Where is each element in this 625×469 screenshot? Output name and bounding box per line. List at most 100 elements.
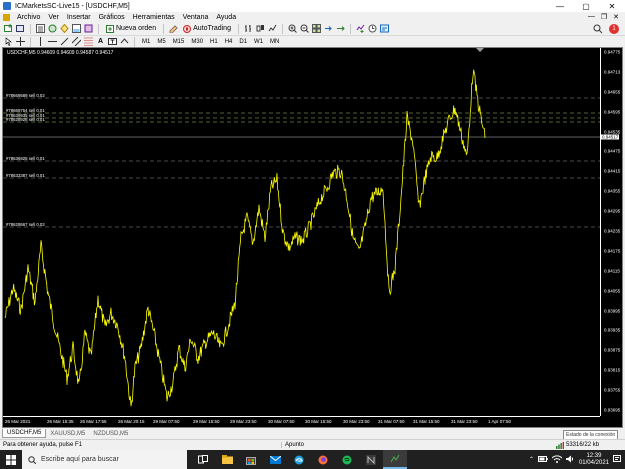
timeframe-mn[interactable]: MN xyxy=(268,39,281,45)
timeframe-m1[interactable]: M1 xyxy=(140,39,152,45)
menu-herramientas[interactable]: Herramientas xyxy=(129,14,179,21)
chart-window-icon[interactable] xyxy=(3,13,10,21)
timeframe-d1[interactable]: D1 xyxy=(237,39,249,45)
x-tick-label: 31 Mar 23:50 xyxy=(451,419,478,424)
network-icon[interactable] xyxy=(551,454,563,465)
y-tick-label: 0.93935 xyxy=(604,327,621,333)
price-axis[interactable]: 0.94775 0.94713 0.94655 0.94595 0.94535 0.944… xyxy=(600,48,624,416)
title-bar[interactable]: ICMarketsSC-Live15 - [USDCHF,M5] — ▢ ✕ xyxy=(0,0,625,12)
templates-icon[interactable] xyxy=(379,24,389,33)
tab-xauusd[interactable]: XAUUSD,M5 xyxy=(46,430,89,438)
toolbar-separator xyxy=(30,23,31,34)
store-icon[interactable] xyxy=(239,450,263,469)
strategy-tester-icon[interactable] xyxy=(84,24,93,33)
drawing-toolbar: A M1 M5 M15 M30 H1 H4 D1 W1 MN xyxy=(0,36,625,47)
y-tick-label: 0.93875 xyxy=(604,347,621,353)
tray-chevron-icon[interactable]: ⌃ xyxy=(529,456,534,463)
candlestick-icon[interactable] xyxy=(256,24,265,33)
zoom-out-icon[interactable] xyxy=(300,24,309,33)
text-tool-icon[interactable]: A xyxy=(96,37,105,46)
app-dark-icon[interactable] xyxy=(359,450,383,469)
timeframe-m5[interactable]: M5 xyxy=(155,39,167,45)
fibonacci-icon[interactable] xyxy=(84,37,93,46)
menu-ventana[interactable]: Ventana xyxy=(179,14,213,21)
x-tick-label: 29 Mar 23:50 xyxy=(230,419,257,424)
menu-ayuda[interactable]: Ayuda xyxy=(212,14,240,21)
autoscroll-icon[interactable] xyxy=(336,24,345,33)
chart-window[interactable]: USDCHF,M5 0.94609 0.94609 0.94587 0.9451… xyxy=(2,47,623,428)
menu-archivo[interactable]: Archivo xyxy=(13,14,44,21)
x-tick-label: 31 Mar 07:50 xyxy=(378,419,405,424)
x-tick-label: 29 Mar 07:50 xyxy=(153,419,180,424)
autotrading-button[interactable]: AutoTrading xyxy=(181,24,233,33)
maximize-button[interactable]: ▢ xyxy=(573,0,599,12)
new-order-button[interactable]: Nueva orden xyxy=(104,24,158,33)
tab-nzdusd[interactable]: NZDUSD,M5 xyxy=(89,430,132,438)
cursor-icon[interactable] xyxy=(4,37,13,46)
notification-badge[interactable]: 1 xyxy=(609,23,619,34)
indicators-icon[interactable] xyxy=(356,24,365,33)
connection-status[interactable]: 53316/22 kb xyxy=(556,441,599,449)
y-tick-label: 0.94115 xyxy=(604,268,620,274)
taskbar-search-placeholder: Escribe aquí para buscar xyxy=(41,456,119,463)
horizontal-line-icon[interactable] xyxy=(48,37,57,46)
timeframe-m30[interactable]: M30 xyxy=(189,39,205,45)
bar-chart-icon[interactable] xyxy=(244,24,253,33)
taskbar-clock[interactable]: 12:39 01/04/2021 xyxy=(579,453,609,467)
periods-icon[interactable] xyxy=(368,24,377,33)
window-title: ICMarketsSC-Live15 - [USDCHF,M5] xyxy=(15,2,130,10)
x-tick-label: 30 Mar 07:50 xyxy=(268,419,295,424)
minimize-button[interactable]: — xyxy=(547,0,573,12)
file-explorer-icon[interactable] xyxy=(215,450,239,469)
arrow-symbol-icon[interactable] xyxy=(120,37,129,46)
terminal-icon[interactable] xyxy=(72,24,81,33)
line-chart-icon[interactable] xyxy=(268,24,277,33)
close-button[interactable]: ✕ xyxy=(599,0,625,12)
edge-browser-icon[interactable] xyxy=(287,450,311,469)
menu-ver[interactable]: Ver xyxy=(44,14,63,21)
data-window-icon[interactable] xyxy=(48,24,57,33)
spotify-icon[interactable] xyxy=(335,450,359,469)
volume-icon[interactable] xyxy=(565,455,575,465)
timeframe-h1[interactable]: H1 xyxy=(208,39,220,45)
chart-restore-button[interactable]: ❐ xyxy=(601,13,607,21)
taskbar-search-box[interactable]: Escribe aquí para buscar xyxy=(22,450,187,469)
text-label-icon[interactable] xyxy=(108,37,117,46)
y-tick-label: 0.94355 xyxy=(604,188,621,194)
chart-close-button[interactable]: ✕ xyxy=(613,13,619,21)
notifications-icon[interactable] xyxy=(613,454,621,465)
zoom-in-icon[interactable] xyxy=(288,24,297,33)
price-chart-area[interactable]: USDCHF,M5 0.94609 0.94609 0.94587 0.9451… xyxy=(3,48,603,416)
vertical-line-icon[interactable] xyxy=(36,37,45,46)
profiles-icon[interactable] xyxy=(16,24,25,33)
chart-minimize-button[interactable]: — xyxy=(588,13,595,21)
firefox-icon[interactable] xyxy=(311,450,335,469)
menu-graficos[interactable]: Gráficos xyxy=(95,14,129,21)
tile-windows-icon[interactable] xyxy=(311,24,321,33)
connection-bars-icon xyxy=(556,441,564,449)
windows-start-icon[interactable] xyxy=(0,450,22,469)
mail-icon[interactable] xyxy=(263,450,287,469)
timeframe-m15[interactable]: M15 xyxy=(171,39,187,45)
tab-usdchf[interactable]: USDCHF,M5 xyxy=(2,429,47,438)
standard-toolbar: Nueva orden AutoTrading 1 xyxy=(0,22,625,36)
new-order-label: Nueva orden xyxy=(116,25,157,32)
battery-icon[interactable] xyxy=(537,455,548,464)
task-view-icon[interactable] xyxy=(191,450,215,469)
trendline-icon[interactable] xyxy=(60,37,69,46)
metaeditor-icon[interactable] xyxy=(169,24,178,33)
chart-shift-icon[interactable] xyxy=(324,24,333,33)
channel-icon[interactable] xyxy=(72,37,81,46)
chart-shift-marker-icon[interactable] xyxy=(476,48,484,52)
timeframe-w1[interactable]: W1 xyxy=(252,39,265,45)
time-axis[interactable]: 26 Mar 2021 26 Mar 15:35 26 Mar 17:55 26 Ma… xyxy=(3,416,600,428)
timeframe-h4[interactable]: H4 xyxy=(223,39,235,45)
new-chart-icon[interactable] xyxy=(4,24,13,33)
menu-insertar[interactable]: Insertar xyxy=(63,14,95,21)
navigator-icon[interactable] xyxy=(60,24,69,33)
metatrader-taskbar-icon[interactable] xyxy=(383,450,407,469)
crosshair-icon[interactable] xyxy=(16,37,25,46)
search-icon[interactable] xyxy=(593,24,603,34)
market-watch-icon[interactable] xyxy=(36,24,45,33)
current-price-tag: 0.94517 xyxy=(601,134,620,140)
